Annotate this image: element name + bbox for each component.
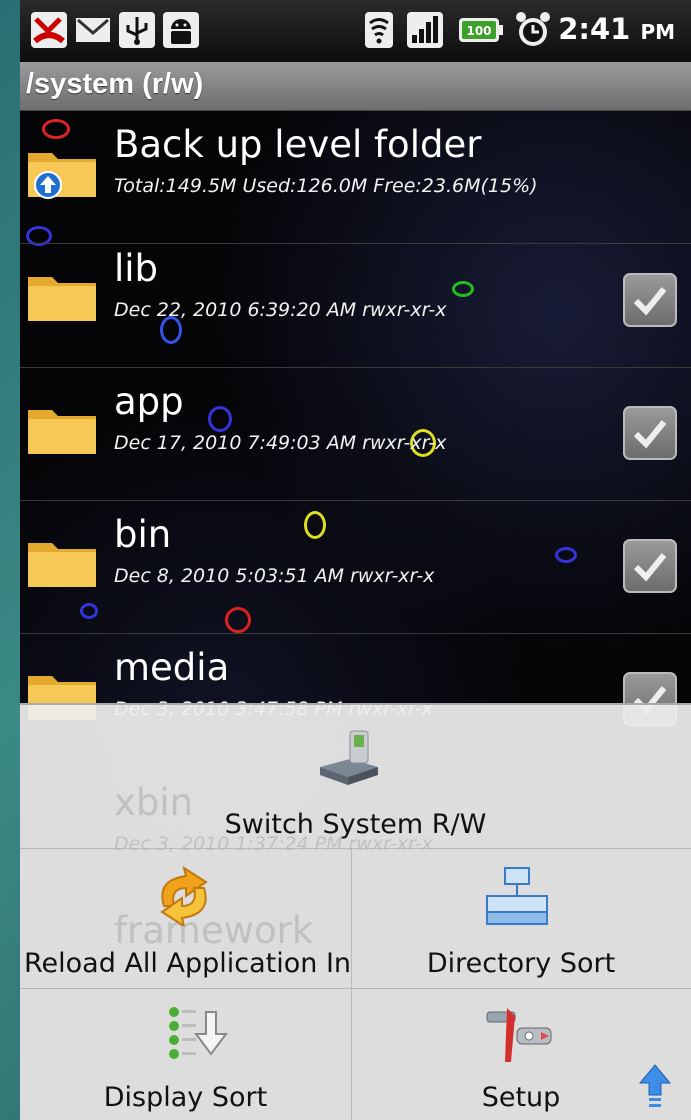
android-debug-icon xyxy=(163,12,199,48)
list-item-back-up[interactable]: Back up level folder Total:149.5M Used:1… xyxy=(20,111,691,244)
checkmark-icon xyxy=(633,420,667,449)
file-name: bin xyxy=(114,513,172,556)
status-clock: 2:41 PM xyxy=(558,12,675,46)
wifi-icon xyxy=(365,12,393,48)
select-checkbox[interactable] xyxy=(623,406,677,460)
drive-switch-icon xyxy=(320,730,378,785)
select-checkbox[interactable] xyxy=(623,539,677,593)
switch-system-rw-button[interactable]: Switch System R/W xyxy=(20,705,691,848)
select-checkbox[interactable] xyxy=(623,273,677,327)
directory-sort-button[interactable]: Directory Sort xyxy=(351,848,691,988)
alarm-icon xyxy=(516,12,550,46)
list-item-lib[interactable]: lib Dec 22, 2010 6:39:20 AM rwxr-xr-x xyxy=(20,235,691,368)
usb-icon xyxy=(119,12,155,48)
folder-icon xyxy=(28,543,96,587)
menu-more-arrow-icon[interactable] xyxy=(638,1063,672,1111)
clock-time: 2:41 xyxy=(558,12,631,46)
clock-ampm: PM xyxy=(640,20,675,44)
missed-call-icon xyxy=(31,12,67,48)
status-bar: 100 2:41 PM xyxy=(20,0,691,62)
list-item-bin[interactable]: bin Dec 8, 2010 5:03:51 AM rwxr-xr-x xyxy=(20,501,691,634)
path-title-bar: /system (r/w) xyxy=(20,62,691,111)
file-info: Dec 8, 2010 5:03:51 AM rwxr-xr-x xyxy=(114,565,435,587)
file-info: Total:149.5M Used:126.0M Free:23.6M(15%) xyxy=(114,175,538,197)
gmail-icon xyxy=(76,18,110,42)
switch-system-rw-label: Switch System R/W xyxy=(224,809,487,840)
reload-icon xyxy=(160,866,208,926)
file-name: Back up level folder xyxy=(114,123,482,166)
display-sort-button[interactable]: Display Sort xyxy=(20,988,351,1120)
phone-screen: 100 2:41 PM /system (r/w) Back up level … xyxy=(20,0,691,1120)
checkmark-icon xyxy=(633,553,667,582)
folder-icon xyxy=(28,410,96,454)
directory-tree-icon xyxy=(486,867,548,925)
display-sort-label: Display Sort xyxy=(103,1082,268,1113)
file-name: lib xyxy=(114,247,159,290)
file-info: Dec 22, 2010 6:39:20 AM rwxr-xr-x xyxy=(114,299,447,321)
file-info: Dec 17, 2010 7:49:03 AM rwxr-xr-x xyxy=(114,432,447,454)
file-name: app xyxy=(114,380,184,423)
checkmark-icon xyxy=(633,287,667,316)
list-item-app[interactable]: app Dec 17, 2010 7:49:03 AM rwxr-xr-x xyxy=(20,368,691,501)
battery-icon: 100 xyxy=(459,18,503,42)
options-menu: xbin Dec 3, 2010 1:37:24 PM rwxr-xr-x fr… xyxy=(20,703,691,1120)
folder-up-icon xyxy=(28,153,96,199)
folder-icon xyxy=(28,277,96,321)
file-name: media xyxy=(114,646,230,689)
directory-sort-label: Directory Sort xyxy=(426,948,616,979)
reload-app-info-label: Reload All Application Info xyxy=(24,948,351,979)
setup-tools-icon xyxy=(486,1008,552,1062)
display-sort-icon xyxy=(169,1007,228,1059)
signal-icon xyxy=(407,12,443,48)
reload-app-info-button[interactable]: Reload All Application Info xyxy=(20,848,351,988)
svg-text:100: 100 xyxy=(466,24,491,38)
current-path: /system (r/w) xyxy=(26,68,204,100)
